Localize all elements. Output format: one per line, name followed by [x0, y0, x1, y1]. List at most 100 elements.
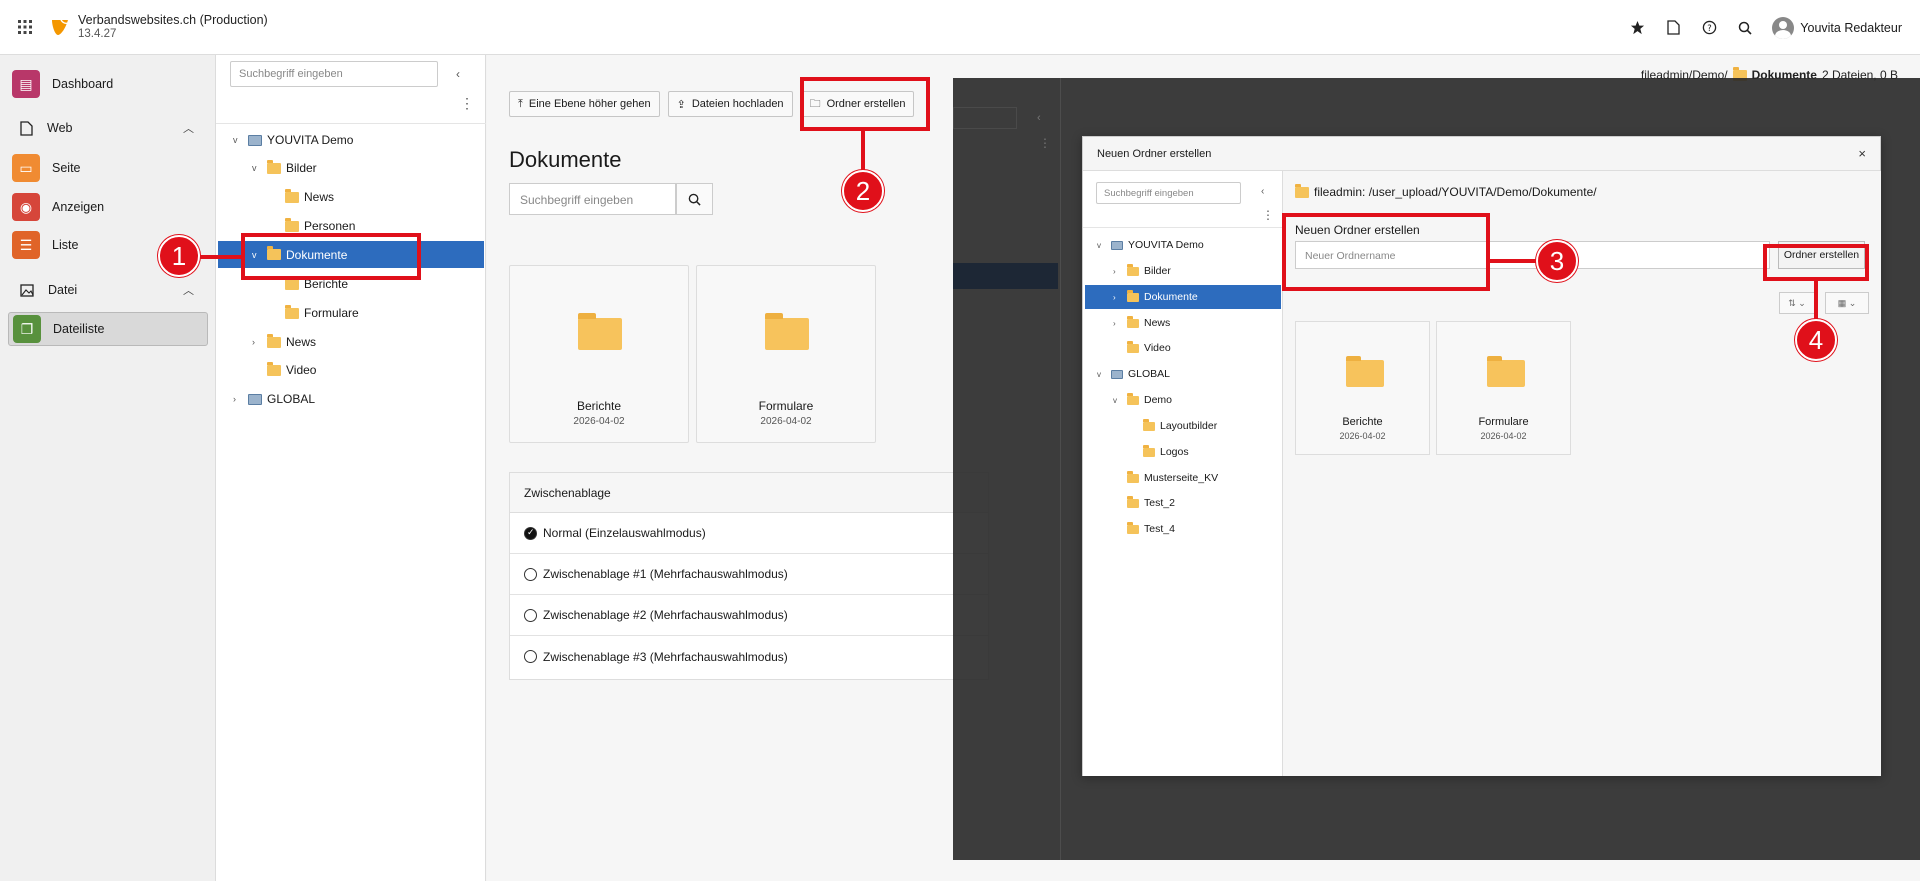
collapse-tree-icon[interactable]: ‹: [1261, 186, 1264, 197]
tree-node-label: Dokumente: [1144, 291, 1198, 303]
search-icon[interactable]: [1736, 19, 1754, 37]
modal-path-text: fileadmin: /user_upload/YOUVITA/Demo/Dok…: [1314, 185, 1597, 199]
modal-tree-node-news[interactable]: › News: [1113, 312, 1170, 334]
tree-node-youvita[interactable]: v YOUVITA Demo: [233, 129, 353, 151]
close-icon[interactable]: ×: [1858, 146, 1866, 161]
clipboard-option-1[interactable]: Zwischenablage #1 (Mehrfachauswahlmodus): [510, 554, 988, 595]
module-dateiliste[interactable]: ❐ Dateiliste: [8, 312, 208, 346]
folder-icon: [578, 313, 622, 350]
folder-tree-panel: Suchbegriff eingeben ‹ ⋮ v YOUVITA Demo v…: [216, 55, 486, 881]
modal-tree-node-layoutbilder[interactable]: Layoutbilder: [1129, 415, 1217, 437]
radio-checked-icon: [524, 526, 537, 540]
grid-view-icon: ▦ ⌄: [1837, 297, 1857, 308]
view-mode-dropdown-button[interactable]: ▦ ⌄: [1825, 292, 1869, 314]
chevron-right-icon[interactable]: ›: [1113, 267, 1122, 276]
list-icon: ☰: [12, 231, 40, 259]
search-input[interactable]: Suchbegriff eingeben: [509, 183, 676, 215]
dashboard-icon: ▤: [12, 70, 40, 98]
modal-header: Neuen Ordner erstellen ×: [1083, 137, 1880, 171]
clipboard-option-normal[interactable]: Normal (Einzelauswahlmodus): [510, 513, 988, 554]
folder-icon: [1127, 495, 1139, 508]
annotation-connector-4: [1814, 281, 1818, 321]
modal-tree-node-demo[interactable]: v Demo: [1113, 389, 1172, 411]
module-anzeigen-label: Anzeigen: [52, 200, 105, 214]
apps-grid-icon[interactable]: [0, 0, 50, 55]
upload-button[interactable]: ⇪ Dateien hochladen: [667, 91, 793, 117]
modal-tree-node-dokumente[interactable]: › Dokumente: [1085, 285, 1281, 309]
chevron-right-icon[interactable]: ›: [1113, 293, 1122, 302]
tree-node-global[interactable]: › GLOBAL: [233, 388, 315, 410]
clipboard-option-label: Zwischenablage #1 (Mehrfachauswahlmodus): [543, 567, 788, 581]
level-up-label: Eine Ebene höher gehen: [528, 98, 651, 110]
folder-card-formulare[interactable]: Formulare 2026-04-02: [696, 265, 876, 443]
modal-tree-search-input[interactable]: Suchbegriff eingeben: [1096, 182, 1241, 204]
chevron-right-icon[interactable]: ›: [1113, 319, 1122, 328]
site-brand[interactable]: Verbandswebsites.ch (Production) 13.4.27: [50, 13, 268, 41]
tree-node-label: Layoutbilder: [1160, 420, 1218, 432]
modal-tree-node-global[interactable]: v GLOBAL: [1097, 363, 1170, 385]
help-icon[interactable]: ?: [1700, 19, 1718, 37]
module-group-web[interactable]: Web ︿: [8, 113, 208, 143]
tree-node-bilder[interactable]: v Bilder: [252, 157, 317, 179]
clipboard-option-2[interactable]: Zwischenablage #2 (Mehrfachauswahlmodus): [510, 595, 988, 636]
sort-dropdown-button[interactable]: ⇅ ⌄: [1779, 292, 1815, 314]
folder-card-berichte[interactable]: Berichte 2026-04-02: [509, 265, 689, 443]
tree-node-formulare[interactable]: Formulare: [270, 302, 359, 324]
modal-folder-card-formulare[interactable]: Formulare 2026-04-02: [1436, 321, 1571, 455]
modal-tree-node-test2[interactable]: Test_2: [1113, 492, 1175, 514]
chevron-down-icon[interactable]: v: [252, 163, 262, 173]
chevron-down-icon[interactable]: v: [233, 135, 243, 145]
tree-search-input[interactable]: Suchbegriff eingeben: [230, 61, 438, 87]
modal-tree-node-bilder[interactable]: › Bilder: [1113, 260, 1171, 282]
annotation-connector-1: [198, 255, 243, 259]
tree-options-icon[interactable]: ⋮: [460, 95, 474, 112]
folder-icon: [1127, 289, 1139, 302]
search-button[interactable]: [676, 183, 713, 215]
clipboard-option-3[interactable]: Zwischenablage #3 (Mehrfachauswahlmodus): [510, 636, 988, 677]
folder-icon: [1346, 356, 1384, 387]
chevron-right-icon[interactable]: ›: [252, 337, 262, 347]
modal-tree-node-logos[interactable]: Logos: [1129, 441, 1189, 463]
chevron-down-icon[interactable]: v: [1097, 241, 1106, 250]
user-menu[interactable]: Youvita Redakteur: [1772, 16, 1902, 39]
tree-node-label: News: [304, 190, 335, 204]
level-up-button[interactable]: ⤒ Eine Ebene höher gehen: [509, 91, 660, 117]
folder-card-name: Berichte: [576, 399, 622, 413]
module-anzeigen[interactable]: ◉ Anzeigen: [8, 190, 208, 224]
site-icon: [1111, 369, 1123, 379]
document-icon[interactable]: [1664, 19, 1682, 37]
tree-node-label: News: [286, 335, 317, 349]
module-dashboard[interactable]: ▤ Dashboard: [8, 67, 208, 101]
module-group-datei[interactable]: Datei ︿: [8, 275, 208, 305]
folder-icon: [285, 217, 299, 232]
tree-options-icon[interactable]: ⋮: [1262, 208, 1274, 222]
folder-icon: [267, 159, 281, 174]
tree-node-label: News: [1144, 317, 1171, 329]
bookmark-star-icon[interactable]: [1628, 19, 1646, 37]
tree-node-label: Demo: [1144, 394, 1173, 406]
modal-tree-node-test4[interactable]: Test_4: [1113, 518, 1175, 540]
chevron-down-icon[interactable]: v: [1113, 396, 1122, 405]
modal-tree-node-musterseite[interactable]: Musterseite_KV: [1113, 467, 1218, 489]
tree-node-video[interactable]: Video: [252, 359, 316, 381]
folder-icon: [1143, 418, 1155, 431]
tree-node-bilder-news[interactable]: News: [270, 186, 334, 208]
modal-path: fileadmin: /user_upload/YOUVITA/Demo/Dok…: [1295, 183, 1597, 199]
tree-node-label: GLOBAL: [1128, 368, 1171, 380]
chevron-up-icon: ︿: [183, 285, 194, 297]
tree-node-label: Video: [286, 363, 317, 377]
module-seite[interactable]: ▭ Seite: [8, 151, 208, 185]
tree-node-news[interactable]: › News: [252, 331, 316, 353]
chevron-right-icon[interactable]: ›: [233, 394, 243, 404]
tree-node-label: Bilder: [1144, 265, 1171, 277]
clipboard-panel: Zwischenablage Normal (Einzelauswahlmodu…: [509, 472, 989, 680]
image-icon: [20, 283, 34, 297]
backdrop-ghost-element: ⋮: [1039, 136, 1051, 150]
chevron-down-icon[interactable]: v: [1097, 370, 1106, 379]
modal-folder-card-berichte[interactable]: Berichte 2026-04-02: [1295, 321, 1430, 455]
modal-tree-node-video[interactable]: Video: [1113, 337, 1171, 359]
collapse-tree-icon[interactable]: ‹: [456, 67, 460, 81]
module-dateiliste-label: Dateiliste: [53, 322, 105, 336]
modal-tree-node-youvita[interactable]: v YOUVITA Demo: [1097, 234, 1204, 256]
folder-card-name: Formulare: [758, 399, 814, 413]
